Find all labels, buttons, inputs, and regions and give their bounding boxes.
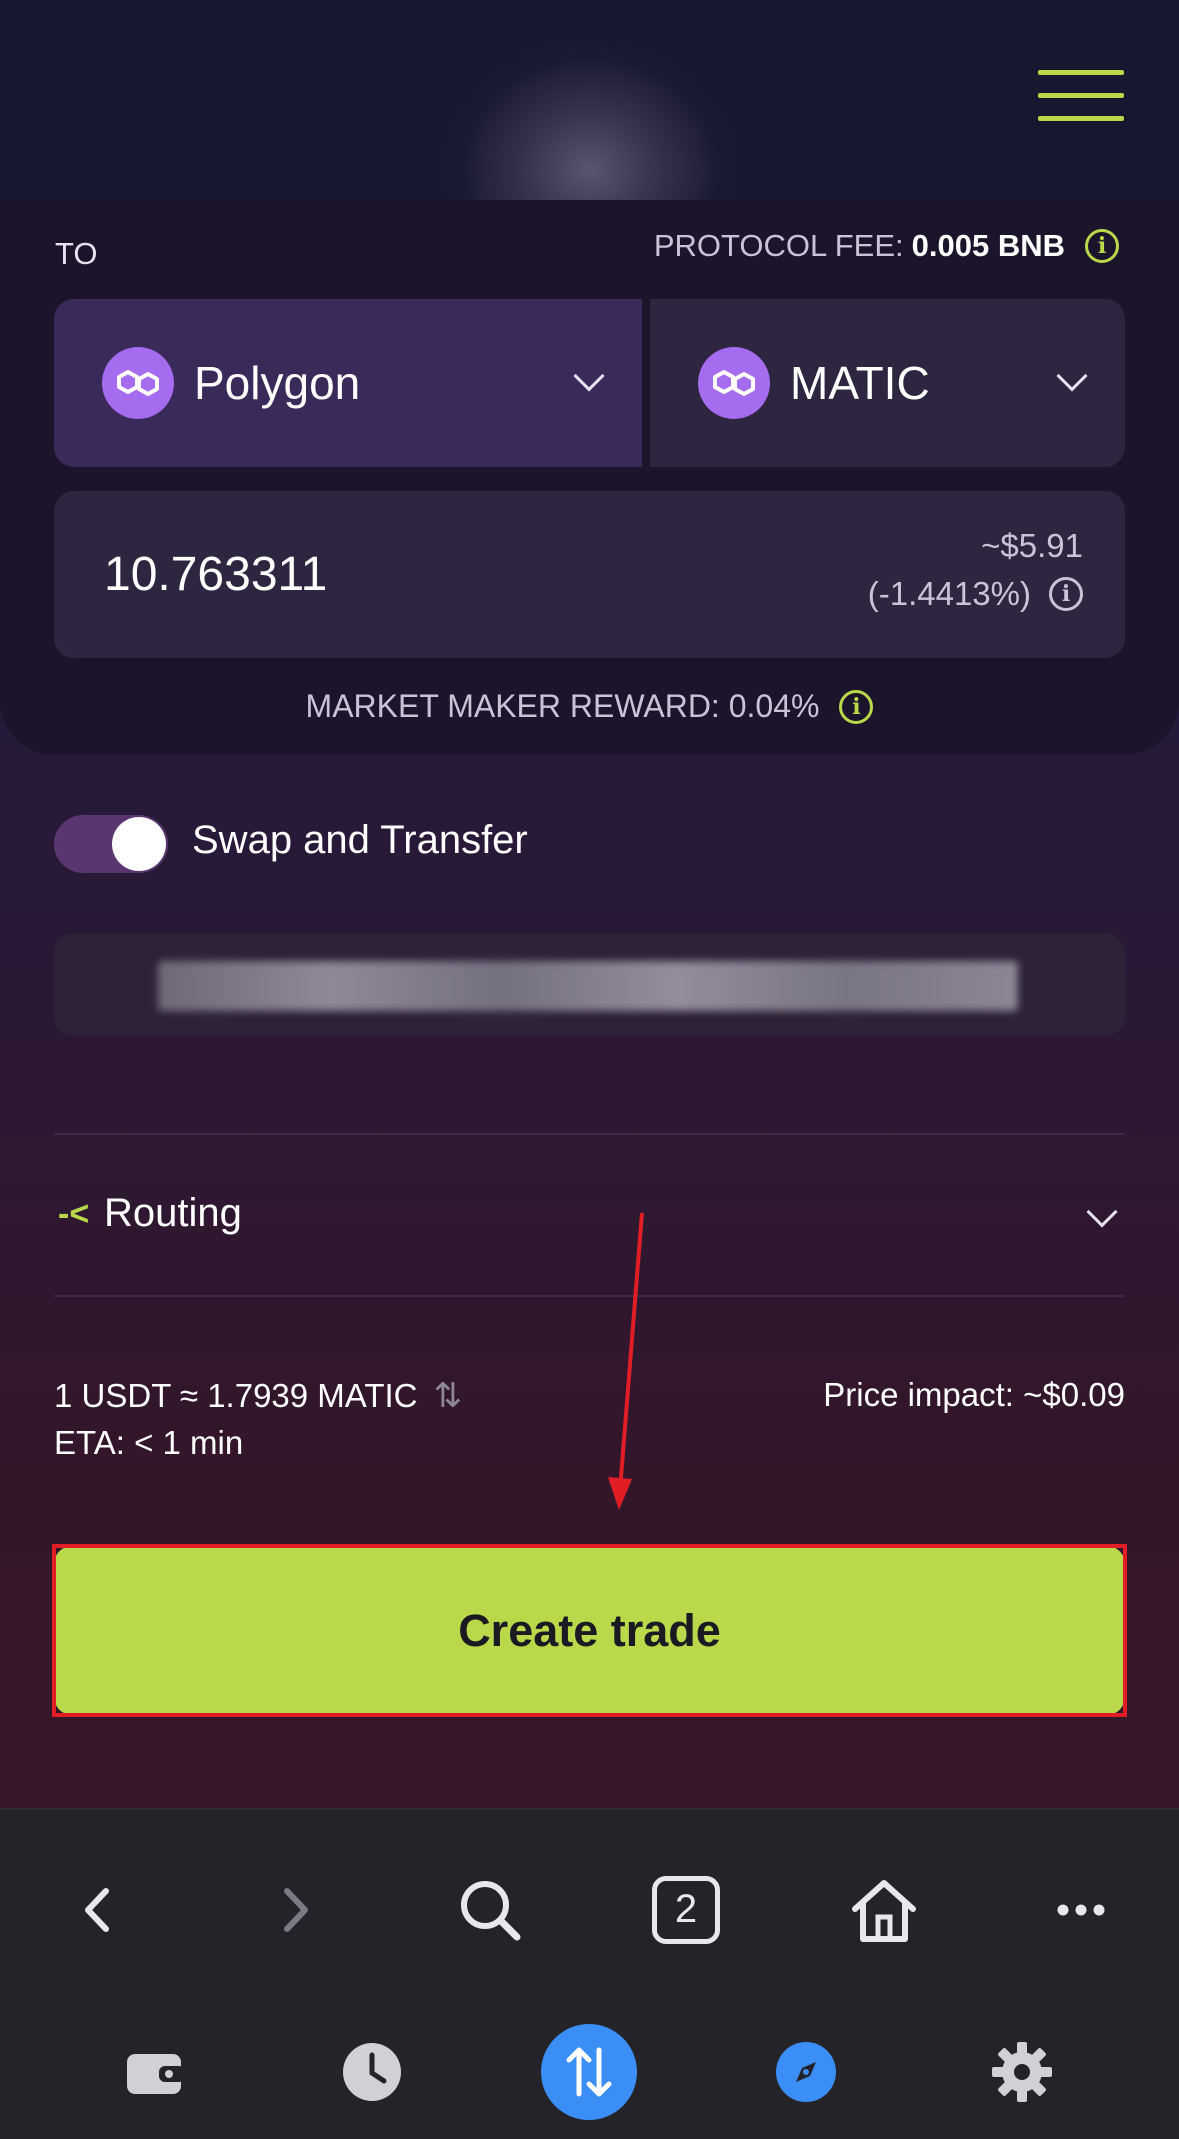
- usd-change: (-1.4413%) i: [868, 575, 1083, 613]
- back-icon[interactable]: [63, 1875, 133, 1945]
- polygon-logo-icon: [102, 347, 174, 419]
- more-icon[interactable]: [1046, 1875, 1116, 1945]
- tabs-icon[interactable]: 2: [651, 1875, 721, 1945]
- tab-count: 2: [652, 1876, 720, 1944]
- eta: ETA: < 1 min: [54, 1424, 244, 1461]
- to-label: TO: [55, 236, 98, 271]
- receive-amount: 10.763311: [104, 548, 328, 601]
- home-icon[interactable]: [849, 1875, 919, 1945]
- chevron-down-icon: [1086, 1196, 1118, 1228]
- recipient-address-field[interactable]: [54, 933, 1125, 1036]
- info-icon[interactable]: i: [1049, 577, 1083, 611]
- info-icon[interactable]: i: [1085, 229, 1119, 263]
- swap-rate-icon[interactable]: ⇅: [434, 1376, 463, 1416]
- usd-value: ~$5.91: [981, 527, 1083, 564]
- app-nav: [0, 1998, 1179, 2139]
- toggle-knob: [112, 817, 166, 871]
- exchange-rate: 1 USDT ≈ 1.7939 MATIC ⇅: [54, 1376, 462, 1416]
- wallet-icon[interactable]: [108, 2024, 204, 2120]
- explore-icon[interactable]: [758, 2024, 854, 2120]
- token-name: MATIC: [790, 357, 930, 409]
- protocol-fee: PROTOCOL FEE: 0.005 BNB i: [654, 228, 1119, 264]
- fee-label: PROTOCOL FEE:: [653, 228, 904, 263]
- header: [0, 0, 1179, 200]
- settings-icon[interactable]: [974, 2024, 1070, 2120]
- chevron-down-icon: [1056, 360, 1088, 392]
- browser-toolbar: 2: [0, 1808, 1179, 1998]
- reward-text: MARKET MAKER REWARD: 0.04%: [305, 688, 820, 724]
- rate-text: 1 USDT ≈ 1.7939 MATIC: [54, 1377, 418, 1414]
- create-trade-button[interactable]: Create trade: [54, 1546, 1125, 1715]
- token-selector[interactable]: MATIC: [650, 299, 1125, 467]
- network-selector[interactable]: Polygon: [54, 299, 642, 467]
- routing-label: Routing: [104, 1191, 242, 1235]
- market-maker-reward: MARKET MAKER REWARD: 0.04% i: [0, 688, 1179, 725]
- network-name: Polygon: [194, 357, 361, 409]
- to-card: [0, 200, 1179, 755]
- routing-row[interactable]: -< Routing: [54, 1135, 1125, 1295]
- history-icon[interactable]: [324, 2024, 420, 2120]
- amount-field[interactable]: 10.763311 ~$5.91 (-1.4413%) i: [54, 491, 1125, 658]
- chevron-down-icon: [573, 360, 605, 392]
- divider: [54, 1295, 1125, 1297]
- forward-icon[interactable]: [260, 1875, 330, 1945]
- search-icon[interactable]: [455, 1875, 525, 1945]
- menu-icon[interactable]: [1038, 70, 1124, 122]
- price-impact: Price impact: ~$0.09: [823, 1376, 1125, 1413]
- info-icon[interactable]: i: [839, 689, 874, 724]
- annotation-arrow: [608, 1212, 644, 1510]
- fee-value: 0.005 BNB: [911, 228, 1065, 263]
- matic-logo-icon: [698, 347, 770, 419]
- swap-icon[interactable]: [541, 2024, 637, 2120]
- usd-change-value: (-1.4413%): [867, 575, 1031, 612]
- swap-transfer-label: Swap and Transfer: [192, 818, 528, 862]
- blurred-address: [158, 961, 1018, 1011]
- swap-transfer-toggle[interactable]: [54, 815, 168, 873]
- route-icon: -<: [58, 1195, 90, 1233]
